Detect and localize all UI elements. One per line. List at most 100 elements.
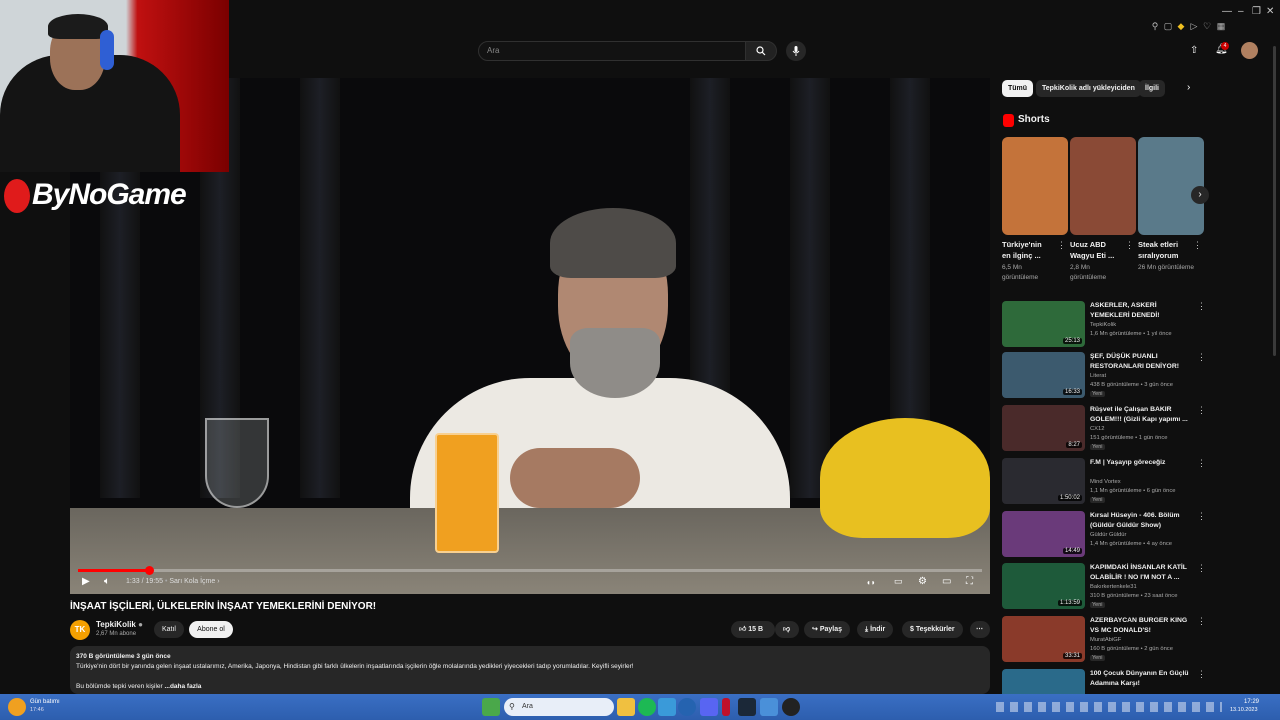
- extension-icon[interactable]: ◆: [1176, 21, 1186, 31]
- subscribe-button[interactable]: Abone ol: [189, 621, 233, 638]
- puzzle-icon[interactable]: ▦: [1216, 21, 1226, 31]
- start-icon[interactable]: [482, 698, 500, 716]
- recommendation-item[interactable]: 16:33 ŞEF, DÜŞÜK PUANLI RESTORANLARI DENİ…: [1002, 352, 1206, 398]
- recommendation-menu-icon[interactable]: ⋮: [1197, 301, 1206, 312]
- recommendation-item[interactable]: 33:31 AZERBAYCAN BURGER KING VS MC DONALD…: [1002, 616, 1206, 662]
- heart-icon[interactable]: ♡: [1202, 21, 1212, 31]
- description-box[interactable]: 370 B görüntüleme 3 gün önce Türkiye'nin…: [70, 646, 990, 694]
- weather-icon[interactable]: [8, 698, 26, 716]
- recommendation-thumbnail[interactable]: 8:27: [1002, 405, 1085, 451]
- recommendation-item[interactable]: 8:27 Rüşvet ile Çalışan BAKIR GOLEM!!! (G…: [1002, 405, 1206, 451]
- recommendation-menu-icon[interactable]: ⋮: [1197, 405, 1206, 416]
- page-scrollbar[interactable]: [1273, 46, 1276, 356]
- obs-icon[interactable]: [782, 698, 800, 716]
- chip-all[interactable]: Tümü: [1002, 80, 1034, 97]
- channel-avatar[interactable]: TK: [70, 620, 90, 640]
- taskbar-time[interactable]: 17:29: [1244, 699, 1259, 705]
- recommendation-thumbnail[interactable]: 16:33: [1002, 352, 1085, 398]
- recommendation-thumbnail[interactable]: 33:31: [1002, 616, 1085, 662]
- recommendation-channel[interactable]: Güldür Güldür: [1090, 532, 1126, 538]
- recommendation-channel[interactable]: CX12: [1090, 426, 1105, 432]
- dislike-button[interactable]: 👎︎: [775, 621, 799, 638]
- recommendation-title[interactable]: KAPIMDAKİ İNSANLAR KATİL OLABİLİR ! NO I…: [1090, 563, 1190, 583]
- short-menu-icon[interactable]: ⋮: [1193, 240, 1202, 251]
- subtitles-icon[interactable]: ▭: [894, 576, 903, 587]
- volume-icon[interactable]: 🔈︎: [104, 576, 110, 587]
- recommendation-title[interactable]: Kırsal Hüseyin - 406. Bölüm (Güldür Güld…: [1090, 511, 1190, 531]
- thanks-button[interactable]: $ Teşekkürler: [902, 621, 963, 638]
- recommendation-channel[interactable]: Mind Vortex: [1090, 479, 1121, 485]
- recommendation-item[interactable]: 14:49 Kırsal Hüseyin - 406. Bölüm (Güldür…: [1002, 511, 1206, 557]
- recommendation-menu-icon[interactable]: ⋮: [1197, 352, 1206, 363]
- short-title[interactable]: Ucuz ABD Wagyu Eti ...: [1070, 239, 1120, 261]
- short-thumbnail[interactable]: [1002, 137, 1068, 235]
- account-avatar[interactable]: [1241, 42, 1258, 59]
- join-button[interactable]: Katıl: [154, 621, 184, 638]
- play-button[interactable]: ▶: [82, 576, 90, 587]
- recommendation-channel[interactable]: Bakırkertenkele31: [1090, 584, 1137, 590]
- taskbar-date[interactable]: 13.10.2023: [1230, 707, 1258, 713]
- chapter-title[interactable]: Sarı Kola İçme: [169, 578, 215, 585]
- recommendation-title[interactable]: Rüşvet ile Çalışan BAKIR GOLEM!!! (Gizli…: [1090, 405, 1190, 425]
- fullscreen-icon[interactable]: ⛶: [966, 576, 973, 587]
- channel-name-link[interactable]: TepkiKolik ●: [96, 620, 143, 629]
- app2-icon[interactable]: [722, 698, 730, 716]
- recommendation-title[interactable]: F.M | Yaşayıp göreceğiz: [1090, 458, 1190, 468]
- recommendation-menu-icon[interactable]: ⋮: [1197, 669, 1206, 680]
- short-thumbnail[interactable]: [1070, 137, 1136, 235]
- recommendation-item[interactable]: 1:13:59 KAPIMDAKİ İNSANLAR KATİL OLABİLİR…: [1002, 563, 1206, 609]
- browser-icon[interactable]: [678, 698, 696, 716]
- spotify-icon[interactable]: [638, 698, 656, 716]
- search-button[interactable]: [745, 41, 777, 61]
- settings-icon[interactable]: ⚙: [918, 576, 927, 587]
- short-menu-icon[interactable]: ⋮: [1057, 240, 1066, 251]
- more-actions-button[interactable]: ⋯: [970, 621, 990, 638]
- video-progress-bar[interactable]: [78, 566, 982, 575]
- like-button[interactable]: 👍︎ 15 B: [731, 621, 775, 638]
- channel-name[interactable]: TepkiKolik: [96, 620, 136, 629]
- upload-icon[interactable]: ⇧: [1190, 45, 1202, 57]
- taskbar-search[interactable]: Ara: [504, 698, 614, 716]
- recommendation-channel[interactable]: MuratAbiGF: [1090, 637, 1121, 643]
- window-icon[interactable]: ▢: [1163, 21, 1173, 31]
- share-button[interactable]: ↪ Paylaş: [804, 621, 851, 638]
- app3-icon[interactable]: [760, 698, 778, 716]
- recommendation-title[interactable]: ŞEF, DÜŞÜK PUANLI RESTORANLARI DENİYOR!: [1090, 352, 1190, 372]
- recommendation-menu-icon[interactable]: ⋮: [1197, 458, 1206, 469]
- app-icon[interactable]: [658, 698, 676, 716]
- chevron-right-icon[interactable]: ›: [1187, 82, 1190, 93]
- short-title[interactable]: Türkiye'nin en ilginç ...: [1002, 239, 1052, 261]
- short-menu-icon[interactable]: ⋮: [1125, 240, 1134, 251]
- download-button[interactable]: ⤓ İndir: [857, 621, 894, 638]
- recommendation-thumbnail[interactable]: 25:13: [1002, 301, 1085, 347]
- short-thumbnail[interactable]: [1138, 137, 1204, 235]
- recommendation-menu-icon[interactable]: ⋮: [1197, 511, 1206, 522]
- minimize-button[interactable]: —: [1222, 6, 1232, 17]
- minimize-icon[interactable]: –: [1238, 6, 1244, 17]
- recommendation-thumbnail[interactable]: 1:13:59: [1002, 563, 1085, 609]
- close-button[interactable]: ✕: [1266, 6, 1274, 17]
- pin-icon[interactable]: ⚲: [1150, 21, 1160, 31]
- recommendation-channel[interactable]: Literat: [1090, 373, 1106, 379]
- recommendation-title[interactable]: ASKERLER, ASKERİ YEMEKLERİ DENEDİ!: [1090, 301, 1190, 321]
- discord-icon[interactable]: [700, 698, 718, 716]
- search-input[interactable]: Ara: [478, 41, 746, 61]
- file-explorer-icon[interactable]: [617, 698, 635, 716]
- short-title[interactable]: Steak etleri sıralıyorum: [1138, 239, 1188, 261]
- voice-search-button[interactable]: [786, 41, 806, 61]
- system-tray-icons[interactable]: [996, 702, 1222, 712]
- theater-mode-icon[interactable]: ▭: [942, 576, 951, 587]
- progress-scrubber[interactable]: [144, 566, 154, 575]
- recommendation-item[interactable]: 25:13 ASKERLER, ASKERİ YEMEKLERİ DENEDİ! T…: [1002, 301, 1206, 347]
- recommendation-item[interactable]: 1:50:02 F.M | Yaşayıp göreceğiz Mind Vorte…: [1002, 458, 1206, 504]
- chip-related[interactable]: İlgili: [1139, 80, 1165, 97]
- chip-from-uploader[interactable]: TepkiKolik adlı yükleyiciden: [1036, 80, 1141, 97]
- show-more-link[interactable]: ...daha fazla: [165, 683, 202, 690]
- recommendation-menu-icon[interactable]: ⋮: [1197, 563, 1206, 574]
- steam-icon[interactable]: [738, 698, 756, 716]
- recommendation-thumbnail[interactable]: 1:50:02: [1002, 458, 1085, 504]
- shorts-next-button[interactable]: ›: [1191, 186, 1209, 204]
- play-icon[interactable]: ▷: [1189, 21, 1199, 31]
- recommendation-title[interactable]: 100 Çocuk Dünyanın En Güçlü Adamına Karş…: [1090, 669, 1190, 689]
- recommendation-title[interactable]: AZERBAYCAN BURGER KING VS MC DONALD'S!: [1090, 616, 1190, 636]
